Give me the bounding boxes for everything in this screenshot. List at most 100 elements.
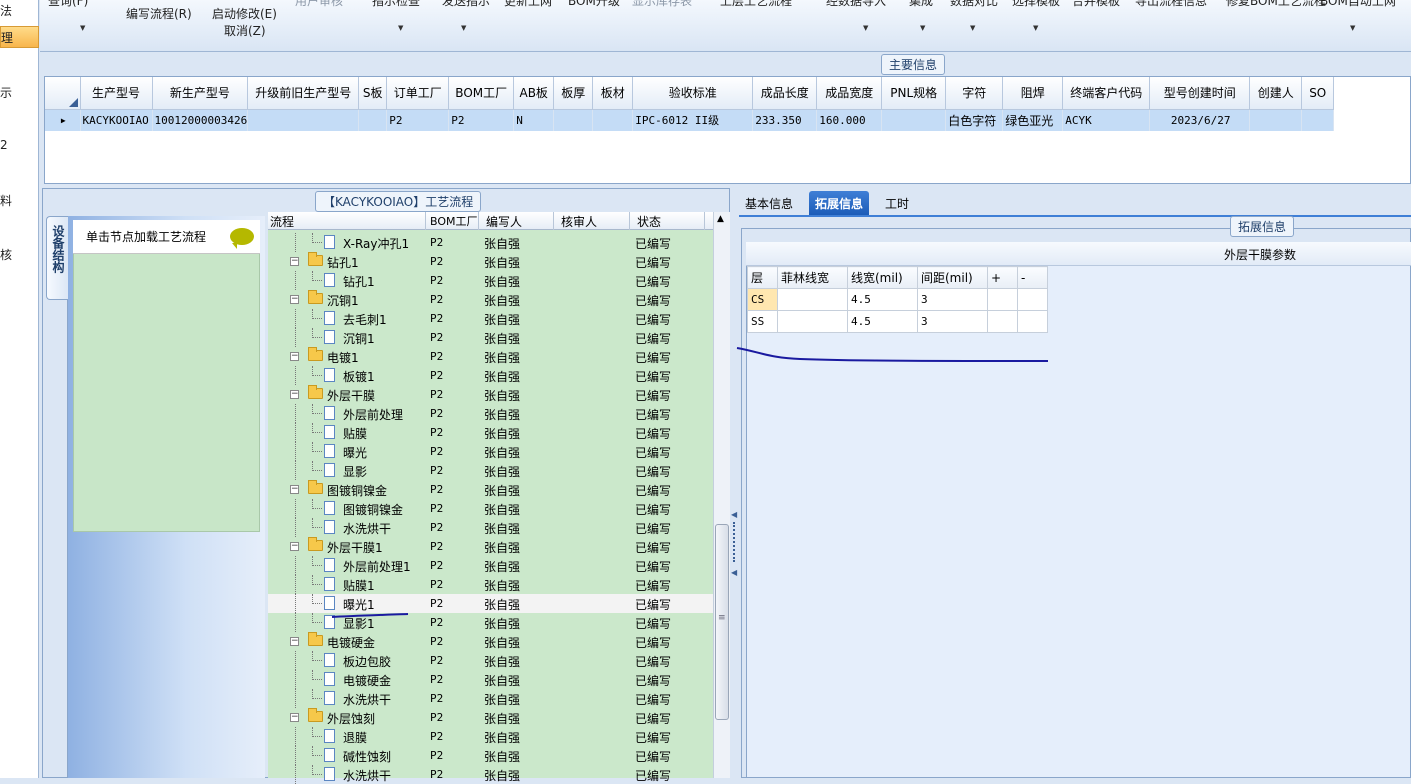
tree-step-row[interactable]: 板镀1 P2 张自强 已编写	[268, 366, 713, 385]
col-bom-factory[interactable]: BOM工厂	[430, 213, 478, 229]
equipment-hint[interactable]: 单击节点加载工艺流程	[73, 220, 260, 254]
toolbar-item[interactable]: 发送指示	[442, 0, 490, 9]
main-info-row[interactable]: ▶ KACYKOOIAO 10012000003426 P2 P2 N IPC-…	[45, 109, 1335, 131]
cell[interactable]: 2023/6/27	[1149, 109, 1251, 131]
col-thickness[interactable]: 板厚	[553, 77, 594, 110]
col-character[interactable]: 字符	[945, 77, 1004, 110]
scroll-up-icon[interactable]: ▲	[717, 214, 724, 224]
left-nav-item-selected[interactable]: 理	[0, 26, 39, 48]
cell[interactable]	[987, 310, 1018, 333]
collapse-icon[interactable]: −	[290, 352, 299, 361]
cell[interactable]	[777, 310, 848, 333]
collapse-icon[interactable]: −	[290, 637, 299, 646]
col-flow[interactable]: 流程	[270, 213, 294, 230]
tree-step-row[interactable]: 显影1 P2 张自强 已编写	[268, 613, 713, 632]
cell[interactable]: ACYK	[1062, 109, 1151, 131]
col-spacing[interactable]: 间距(mil)	[917, 266, 988, 289]
col-width[interactable]: 成品宽度	[816, 77, 883, 110]
cell[interactable]: IPC-6012 II级	[632, 109, 754, 131]
col-bom-factory[interactable]: BOM工厂	[448, 77, 515, 110]
col-so[interactable]: SO	[1301, 77, 1335, 110]
cell[interactable]: 绿色亚光	[1002, 109, 1064, 131]
cell[interactable]	[553, 109, 594, 131]
col-solder-mask[interactable]: 阻焊	[1002, 77, 1064, 110]
cell[interactable]	[1017, 288, 1048, 311]
cell[interactable]	[358, 109, 388, 131]
tree-group-row[interactable]: − 沉铜1 P2 张自强 已编写	[268, 290, 713, 309]
cell[interactable]	[1249, 109, 1303, 131]
tree-step-row[interactable]: 曝光 P2 张自强 已编写	[268, 442, 713, 461]
col-length[interactable]: 成品长度	[752, 77, 818, 110]
tree-group-row[interactable]: − 电镀1 P2 张自强 已编写	[268, 347, 713, 366]
toolbar-item[interactable]: 修复BOM工艺流程	[1226, 0, 1326, 9]
cell[interactable]	[987, 288, 1018, 311]
col-old-production-model[interactable]: 升级前旧生产型号	[247, 77, 360, 110]
col-ab-board[interactable]: AB板	[513, 77, 555, 110]
tree-step-row[interactable]: 板边包胶 P2 张自强 已编写	[268, 651, 713, 670]
col-pnl-spec[interactable]: PNL规格	[881, 77, 947, 110]
cell[interactable]	[777, 288, 848, 311]
remove-layer-button[interactable]: -	[1017, 266, 1048, 289]
cell[interactable]: CS	[747, 288, 778, 311]
cancel-button[interactable]: 取消(Z)	[224, 22, 266, 39]
col-layer[interactable]: 层	[747, 266, 778, 289]
add-layer-button[interactable]: +	[987, 266, 1018, 289]
tab-work-hours[interactable]: 工时	[879, 191, 915, 215]
tree-step-row[interactable]: 电镀硬金 P2 张自强 已编写	[268, 670, 713, 689]
collapse-icon[interactable]: −	[290, 257, 299, 266]
tab-extended-info[interactable]: 拓展信息	[809, 191, 870, 215]
cell[interactable]: 3	[917, 310, 988, 333]
tree-step-row[interactable]: 退膜 P2 张自强 已编写	[268, 727, 713, 746]
start-modify-button[interactable]: 启动修改(E)	[212, 5, 277, 22]
col-reviewer[interactable]: 核审人	[561, 213, 597, 230]
splitter[interactable]: ◀ ◀	[730, 188, 739, 778]
tree-step-row[interactable]: 沉铜1 P2 张自强 已编写	[268, 328, 713, 347]
tree-step-row[interactable]: 碱性蚀刻 P2 张自强 已编写	[268, 746, 713, 765]
tab-basic-info[interactable]: 基本信息	[739, 191, 799, 215]
cell[interactable]	[247, 109, 360, 131]
toolbar-item[interactable]: 导出流程信息	[1135, 0, 1207, 9]
tree-group-row[interactable]: − 外层蚀刻 P2 张自强 已编写	[268, 708, 713, 727]
tree-step-row[interactable]: 钻孔1 P2 张自强 已编写	[268, 271, 713, 290]
toolbar-item[interactable]: 经数据导入	[826, 0, 886, 9]
toolbar-item[interactable]: 显示库存表	[632, 0, 692, 9]
tree-step-row[interactable]: X-Ray冲孔1 P2 张自强 已编写	[268, 233, 713, 252]
cell[interactable]: KACYKOOIAO	[80, 109, 153, 131]
tree-step-row[interactable]: 去毛刺1 P2 张自强 已编写	[268, 309, 713, 328]
cell[interactable]: 4.5	[847, 310, 918, 333]
cell[interactable]: 白色字符	[945, 109, 1004, 131]
compile-flow-button[interactable]: 编写流程(R)	[126, 5, 192, 22]
cell[interactable]	[1017, 310, 1048, 333]
cell[interactable]: P2	[386, 109, 450, 131]
chevron-down-icon[interactable]: ▼	[1350, 24, 1355, 32]
collapse-icon[interactable]: −	[290, 542, 299, 551]
equipment-tree[interactable]	[73, 220, 260, 532]
process-tree-scrollbar[interactable]: ▲ ≡	[713, 212, 730, 778]
col-customer-code[interactable]: 终端客户代码	[1062, 77, 1151, 110]
scrollbar-thumb[interactable]: ≡	[715, 524, 729, 720]
chevron-down-icon[interactable]: ▼	[398, 24, 403, 32]
collapse-icon[interactable]: −	[290, 390, 299, 399]
col-order-factory[interactable]: 订单工厂	[386, 77, 450, 110]
chevron-down-icon[interactable]: ▼	[920, 24, 925, 32]
cell[interactable]: N	[513, 109, 555, 131]
toolbar-item[interactable]: 用户审核	[295, 0, 343, 9]
tree-step-row[interactable]: 显影 P2 张自强 已编写	[268, 461, 713, 480]
cell[interactable]: 4.5	[847, 288, 918, 311]
col-production-model[interactable]: 生产型号	[80, 77, 153, 110]
tree-step-row[interactable]: 水洗烘干 P2 张自强 已编写	[268, 765, 713, 784]
layer-row[interactable]: SS 4.5 3	[747, 310, 1048, 333]
col-acceptance-standard[interactable]: 验收标准	[632, 77, 754, 110]
cell[interactable]	[881, 109, 947, 131]
toolbar-item[interactable]: 合并模板	[1072, 0, 1120, 9]
col-status[interactable]: 状态	[637, 213, 661, 230]
col-film-line-width[interactable]: 菲林线宽	[777, 266, 848, 289]
cell[interactable]: 233.350	[752, 109, 818, 131]
cell[interactable]: SS	[747, 310, 778, 333]
tab-equipment-structure[interactable]: 设备结构	[46, 216, 68, 300]
left-nav-item[interactable]: 核	[0, 246, 39, 263]
grid-corner[interactable]	[45, 77, 81, 110]
tree-step-row[interactable]: 水洗烘干 P2 张自强 已编写	[268, 518, 713, 537]
tree-step-row[interactable]: 贴膜 P2 张自强 已编写	[268, 423, 713, 442]
chevron-down-icon[interactable]: ▼	[80, 24, 85, 32]
